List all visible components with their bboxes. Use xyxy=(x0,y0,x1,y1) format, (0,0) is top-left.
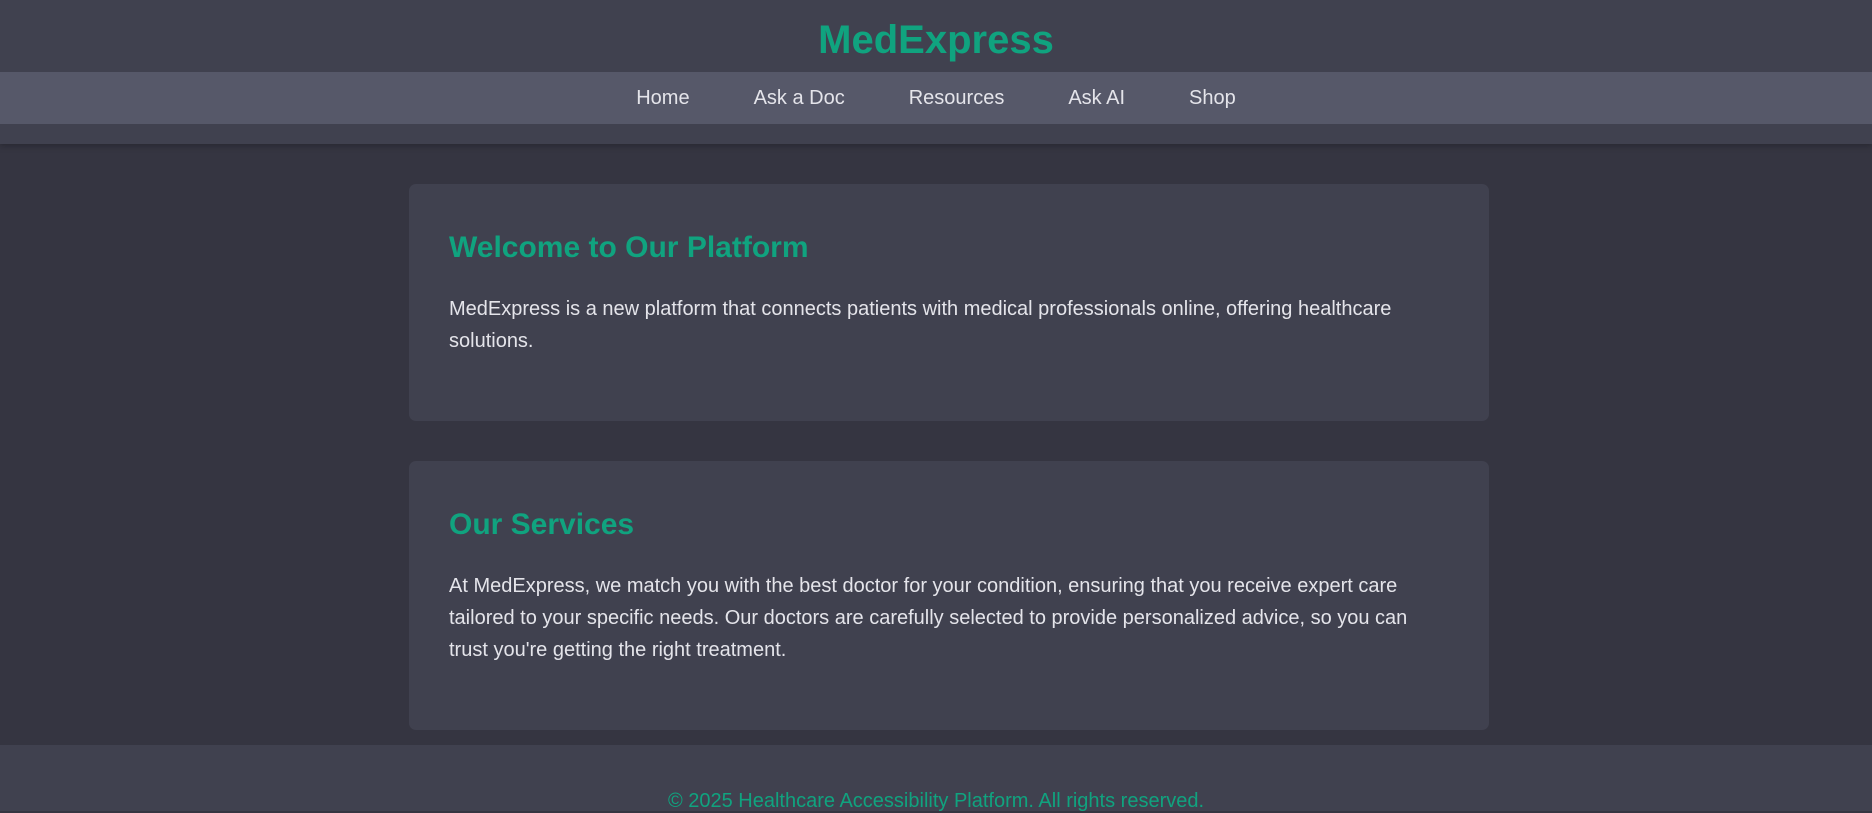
nav-item-ask-a-doc[interactable]: Ask a Doc xyxy=(754,72,845,124)
welcome-text: MedExpress is a new platform that connec… xyxy=(449,298,1392,352)
welcome-card: Welcome to Our Platform MedExpress is a … xyxy=(409,184,1489,421)
services-card: Our Services At MedExpress, we match you… xyxy=(409,461,1489,730)
services-text: At MedExpress, we match you with the bes… xyxy=(449,575,1408,661)
site-footer: © 2025 Healthcare Accessibility Platform… xyxy=(0,745,1872,812)
site-header: MedExpress Home Ask a Doc Resources Ask … xyxy=(0,0,1872,144)
nav-item-ask-ai[interactable]: Ask AI xyxy=(1068,72,1125,124)
welcome-heading: Welcome to Our Platform xyxy=(449,231,809,264)
site-title: MedExpress xyxy=(818,18,1054,62)
services-heading: Our Services xyxy=(449,508,635,541)
nav-item-shop[interactable]: Shop xyxy=(1189,72,1236,124)
nav-item-home[interactable]: Home xyxy=(636,72,689,124)
main-nav: Home Ask a Doc Resources Ask AI Shop xyxy=(0,72,1872,124)
footer-copyright: © 2025 Healthcare Accessibility Platform… xyxy=(667,790,1205,812)
nav-item-resources[interactable]: Resources xyxy=(909,72,1005,124)
